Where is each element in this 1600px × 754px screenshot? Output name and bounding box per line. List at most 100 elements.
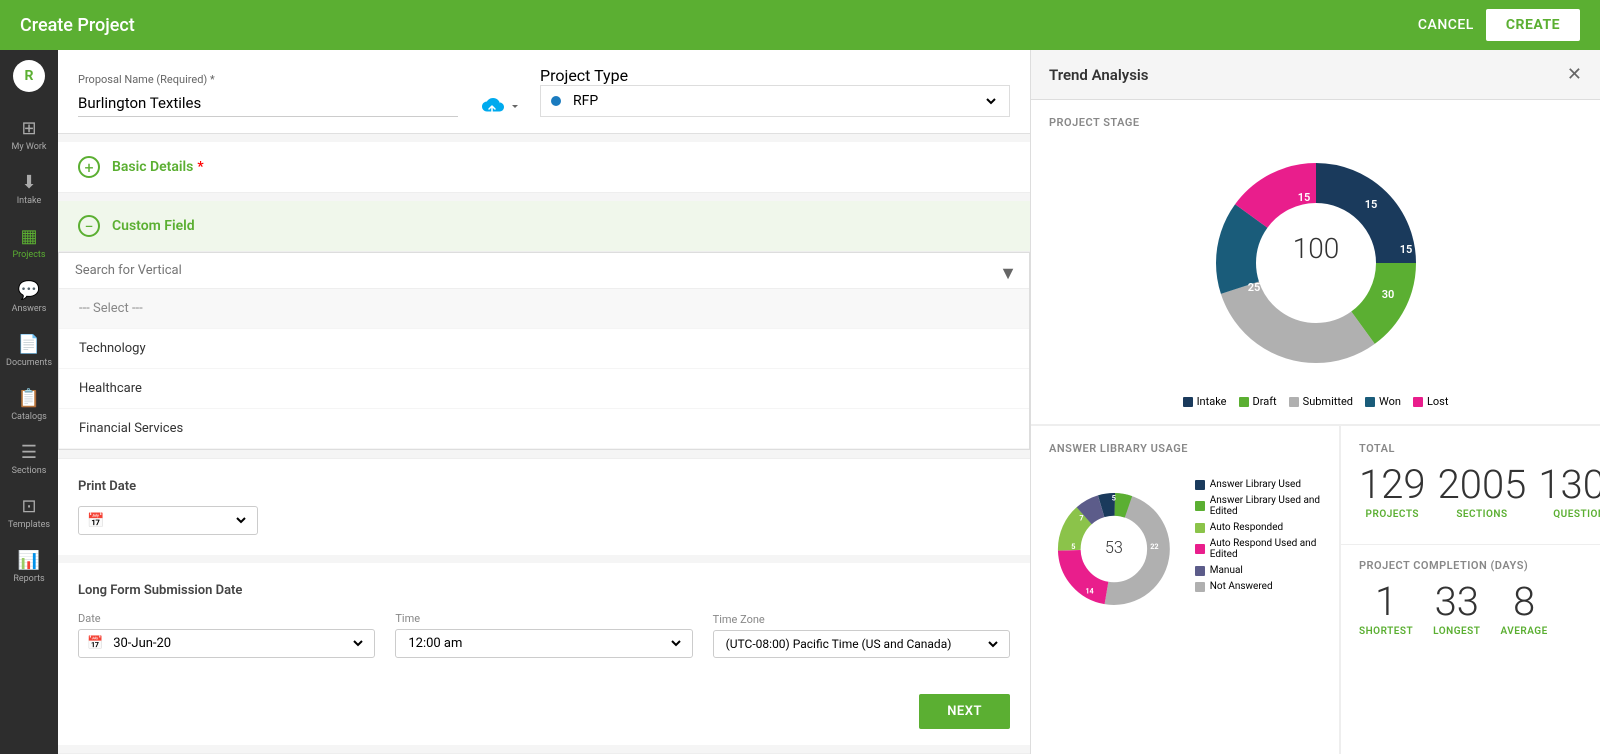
completion-section: PROJECT COMPLETION (DAYS) 1 SHORTEST 33 …: [1341, 544, 1600, 651]
custom-field-header[interactable]: − Custom Field: [58, 201, 1030, 252]
mywork-icon: ⊞: [21, 118, 36, 139]
date-select[interactable]: 30-Jun-20: [109, 635, 366, 652]
timezone-input-wrap: (UTC-08:00) Pacific Time (US and Canada): [713, 630, 1010, 658]
print-date-section: Print Date 📅: [58, 458, 1030, 555]
longest-stat: 33 LONGEST: [1433, 582, 1480, 637]
time-select[interactable]: 12:00 am: [404, 635, 683, 652]
total-questions-stat: 1300 QUESTIONS: [1538, 465, 1600, 520]
svg-text:5: 5: [1112, 493, 1116, 502]
sidebar-item-catalogs[interactable]: 📋 Catalogs: [0, 378, 58, 432]
rfp-dot: [551, 96, 561, 106]
templates-icon: ⊡: [21, 496, 36, 517]
timezone-field: Time Zone (UTC-08:00) Pacific Time (US a…: [713, 613, 1010, 658]
sidebar-item-templates[interactable]: ⊡ Templates: [0, 486, 58, 540]
trend-title: Trend Analysis: [1049, 66, 1149, 84]
total-projects-stat: 129 PROJECTS: [1359, 465, 1426, 520]
print-date-input[interactable]: 📅: [78, 506, 258, 535]
dropdown-close-button[interactable]: ▼: [999, 263, 1017, 284]
proposal-name-field: Proposal Name (Required) *: [78, 73, 458, 117]
svg-text:7: 7: [1079, 514, 1083, 523]
timezone-select[interactable]: (UTC-08:00) Pacific Time (US and Canada): [722, 636, 1001, 652]
sidebar-item-mywork[interactable]: ⊞ My Work: [0, 108, 58, 162]
basic-details-title: Basic Details*: [112, 159, 204, 175]
next-button[interactable]: NEXT: [919, 694, 1010, 729]
completion-label: PROJECT COMPLETION (DAYS): [1359, 559, 1582, 572]
vertical-select-placeholder[interactable]: --- Select ---: [59, 289, 1029, 329]
svg-text:15: 15: [1364, 198, 1377, 211]
project-stage-label: PROJECT STAGE: [1049, 116, 1582, 129]
total-label: TOTAL: [1359, 442, 1583, 455]
proposal-label: Proposal Name (Required) *: [78, 73, 458, 86]
next-button-wrap: NEXT: [58, 678, 1030, 745]
sidebar-item-answers[interactable]: 💬 Answers: [0, 270, 58, 324]
cloud-upload-button[interactable]: [478, 95, 520, 117]
cancel-button[interactable]: CANCEL: [1418, 17, 1474, 33]
time-field: Time 12:00 am: [395, 612, 692, 658]
logo: R: [13, 60, 45, 92]
total-section: TOTAL 129 PROJECTS 2005 SECTIONS: [1341, 426, 1600, 544]
trend-panel: Trend Analysis ✕ PROJECT STAGE: [1030, 50, 1600, 754]
answer-legend: Answer Library Used Answer Library Used …: [1195, 479, 1321, 592]
average-number: 8: [1513, 582, 1535, 622]
shortest-stat: 1 SHORTEST: [1359, 582, 1413, 637]
custom-field-icon: −: [78, 215, 100, 237]
date-input-wrap: 📅 30-Jun-20: [78, 629, 375, 658]
time-input-wrap: 12:00 am: [395, 629, 692, 658]
documents-icon: 📄: [18, 334, 40, 355]
trend-header: Trend Analysis ✕: [1031, 50, 1600, 100]
shortest-label: SHORTEST: [1359, 626, 1413, 637]
trend-close-button[interactable]: ✕: [1567, 64, 1582, 85]
top-bar: Create Project CANCEL CREATE: [0, 0, 1600, 50]
reports-icon: 📊: [18, 550, 40, 571]
proposal-input[interactable]: [78, 90, 458, 117]
answer-library-section: ANSWER LIBRARY USAGE: [1031, 426, 1340, 754]
average-stat: 8 AVERAGE: [1500, 582, 1547, 637]
total-sections-number: 2005: [1438, 465, 1527, 505]
total-projects-number: 129: [1359, 465, 1426, 505]
form-header: Proposal Name (Required) * Project Type: [58, 50, 1030, 134]
sidebar-item-projects[interactable]: ▦ Projects: [0, 216, 58, 270]
create-button[interactable]: CREATE: [1486, 9, 1580, 41]
answer-library-donut: 53 22 5 5 14 7: [1049, 469, 1179, 629]
vertical-option-technology[interactable]: Technology: [59, 329, 1029, 369]
basic-details-icon: +: [78, 156, 100, 178]
total-projects-label: PROJECTS: [1366, 509, 1419, 520]
custom-field-title: Custom Field: [112, 218, 195, 234]
sidebar-item-sections[interactable]: ☰ Sections: [0, 432, 58, 486]
date-field: Date 📅 30-Jun-20: [78, 612, 375, 658]
vertical-option-financial[interactable]: Financial Services: [59, 409, 1029, 449]
project-stage-section: PROJECT STAGE: [1031, 100, 1600, 425]
sidebar-item-documents[interactable]: 📄 Documents: [0, 324, 58, 378]
sidebar: R ⊞ My Work ⬇ Intake ▦ Projects 💬 Answer…: [0, 50, 58, 754]
total-questions-label: QUESTIONS: [1553, 509, 1600, 520]
svg-text:30: 30: [1381, 288, 1394, 301]
completion-numbers: 1 SHORTEST 33 LONGEST 8 AVERAGE: [1359, 582, 1582, 637]
vertical-option-healthcare[interactable]: Healthcare: [59, 369, 1029, 409]
time-label: Time: [395, 612, 692, 625]
project-type-label: Project Type: [540, 66, 1010, 85]
vertical-dropdown: ▼ --- Select --- Technology Healthcare F…: [58, 252, 1030, 450]
basic-details-header[interactable]: + Basic Details*: [58, 142, 1030, 193]
intake-icon: ⬇: [21, 172, 36, 193]
longest-number: 33: [1435, 582, 1479, 622]
donut-legend: Intake Draft Submitted Won Lost: [1183, 395, 1449, 408]
sidebar-item-reports[interactable]: 📊 Reports: [0, 540, 58, 594]
svg-text:25: 25: [1247, 281, 1260, 294]
date-cal-icon: 📅: [87, 636, 103, 651]
catalogs-icon: 📋: [18, 388, 40, 409]
date-label: Date: [78, 612, 375, 625]
sidebar-item-intake[interactable]: ⬇ Intake: [0, 162, 58, 216]
form-panel: Proposal Name (Required) * Project Type: [58, 50, 1030, 754]
basic-details-section: + Basic Details*: [58, 142, 1030, 193]
page-title: Create Project: [20, 15, 135, 36]
svg-text:53: 53: [1105, 538, 1123, 557]
project-type-select[interactable]: RFP RFI: [569, 92, 999, 110]
print-date-select[interactable]: [110, 512, 249, 529]
timezone-label: Time Zone: [713, 613, 1010, 626]
long-form-section: Long Form Submission Date Date 📅 30-Jun-…: [58, 563, 1030, 678]
longest-label: LONGEST: [1433, 626, 1480, 637]
vertical-search-input[interactable]: [75, 263, 1013, 278]
answers-icon: 💬: [18, 280, 40, 301]
sections-icon: ☰: [21, 442, 37, 463]
svg-text:14: 14: [1085, 587, 1093, 596]
